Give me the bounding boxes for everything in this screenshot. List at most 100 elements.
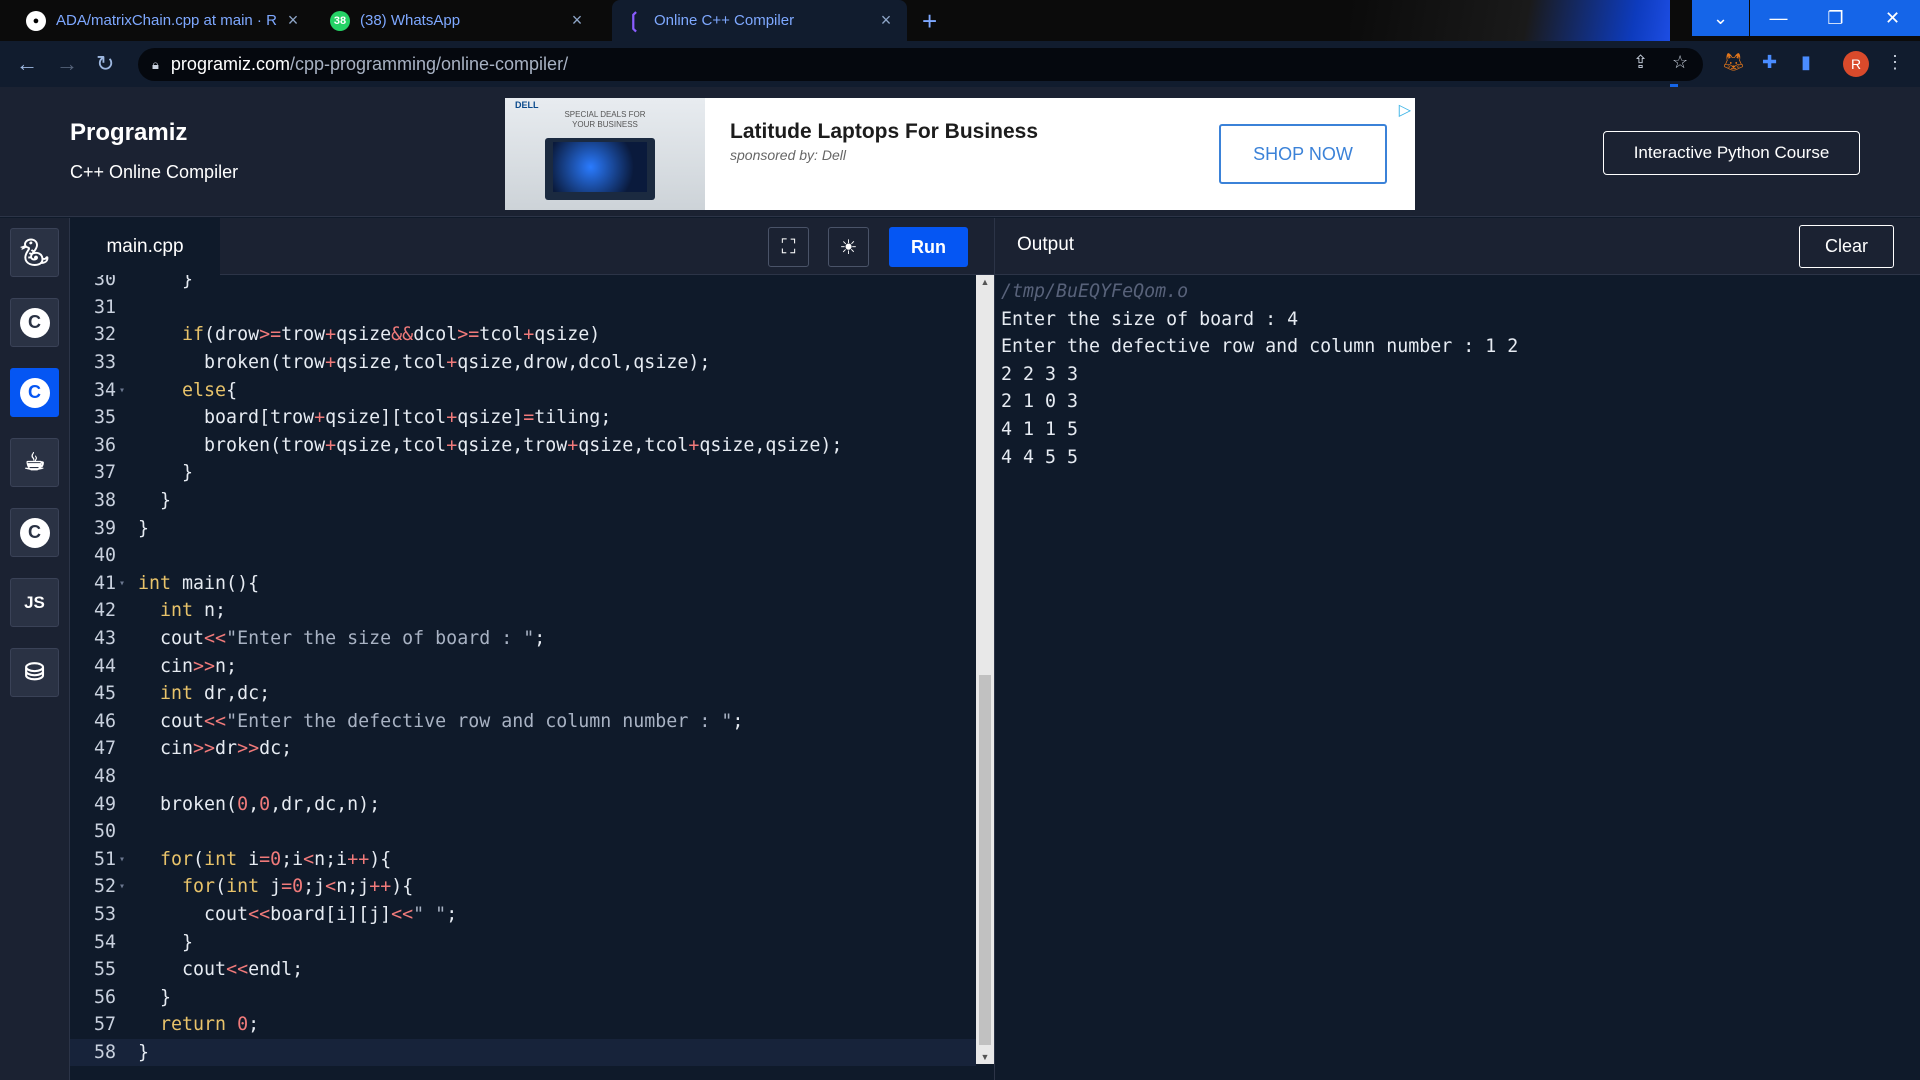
shop-now-button[interactable]: SHOP NOW	[1219, 124, 1387, 184]
tab-programiz[interactable]: ❲ Online C++ Compiler ×	[612, 0, 907, 41]
scroll-down-icon[interactable]: ▼	[976, 1052, 994, 1062]
code-line[interactable]: 54 }	[70, 928, 976, 956]
fold-arrow-icon[interactable]: ▾	[116, 578, 128, 589]
fold-arrow-icon[interactable]: ▾	[116, 385, 128, 396]
ad-image[interactable]: DELL SPECIAL DEALS FOR YOUR BUSINESS	[505, 98, 705, 210]
laptop-screen	[553, 142, 647, 192]
code-line[interactable]: 40	[70, 542, 976, 570]
theme-toggle-button[interactable]: ☀︎	[828, 227, 869, 267]
code-line[interactable]: 36 broken(trow+qsize,tcol+qsize,trow+qsi…	[70, 432, 976, 460]
scrollbar-thumb[interactable]	[979, 675, 991, 1045]
code-line[interactable]: 50	[70, 818, 976, 846]
code-line[interactable]: 42 int n;	[70, 597, 976, 625]
file-tab-main-cpp[interactable]: main.cpp	[70, 218, 220, 275]
code-line[interactable]: 52 ▾ for(int j=0;j<n;j++){	[70, 873, 976, 901]
code-line[interactable]: 34 ▾ else{	[70, 376, 976, 404]
scroll-up-icon[interactable]: ▲	[976, 277, 994, 287]
code-line[interactable]: 43 cout<<"Enter the size of board : ";	[70, 625, 976, 653]
code-line[interactable]: 37 }	[70, 459, 976, 487]
code-line[interactable]: 48	[70, 763, 976, 791]
share-icon[interactable]: ⇪	[1633, 52, 1648, 73]
code-line[interactable]: 31	[70, 294, 976, 322]
close-icon[interactable]: ×	[877, 10, 895, 31]
output-header: Output Clear	[994, 218, 1920, 275]
code-line[interactable]: 46 cout<<"Enter the defective row and co…	[70, 708, 976, 736]
code-line[interactable]: 56 }	[70, 984, 976, 1012]
programiz-logo[interactable]: Programiz	[70, 119, 187, 147]
database-icon: ⛁	[24, 659, 45, 686]
close-icon[interactable]: ×	[568, 10, 586, 31]
ad-title[interactable]: Latitude Laptops For Business	[730, 120, 1038, 144]
clear-button[interactable]: Clear	[1799, 225, 1894, 268]
tab-whatsapp[interactable]: 38 (38) WhatsApp ×	[318, 0, 598, 41]
tab-search-icon[interactable]: ⌄	[1692, 0, 1749, 36]
fold-arrow-icon[interactable]: ▾	[116, 854, 128, 865]
code-editor[interactable]: 30 } 31 32 if(drow>=trow+qsize&&dcol>=tcol…	[70, 275, 976, 1080]
ad-choices-icon[interactable]: ▷	[1399, 100, 1411, 120]
code-line[interactable]: 41 ▾ int main(){	[70, 570, 976, 598]
python-language-button[interactable]: 🐍︎	[10, 228, 59, 277]
csharp-language-button[interactable]: C	[10, 508, 59, 557]
forward-icon[interactable]: →	[56, 51, 78, 77]
code-line[interactable]: 55 cout<<endl;	[70, 956, 976, 984]
fold-arrow-icon[interactable]: ▾	[116, 881, 128, 892]
line-number: 30	[93, 275, 116, 291]
code-text: return 0;	[160, 1014, 260, 1036]
editor-scrollbar[interactable]: ▲ ▼	[976, 275, 994, 1064]
restore-icon[interactable]: ❐	[1807, 0, 1864, 36]
interactive-python-course-button[interactable]: Interactive Python Course	[1603, 131, 1860, 175]
tab-github[interactable]: ● ADA/matrixChain.cpp at main · R ×	[14, 0, 314, 41]
code-text: cin>>dr>>dc;	[138, 738, 293, 760]
metamask-icon[interactable]: 🦊︎	[1722, 52, 1745, 73]
code-text: }	[138, 275, 194, 291]
code-line[interactable]: 49 broken(0,0,dr,dc,n);	[70, 790, 976, 818]
code-line[interactable]: 57 return 0;	[70, 1011, 976, 1039]
code-line[interactable]: 53 cout<<board[i][j]<<" ";	[70, 901, 976, 929]
line-number: 37	[93, 462, 116, 484]
code-line[interactable]: 47 cin>>dr>>dc;	[70, 735, 976, 763]
new-tab-button[interactable]: +	[922, 6, 937, 37]
line-number: 50	[93, 821, 116, 843]
line-number: 55	[93, 959, 116, 981]
js-language-button[interactable]: JS	[10, 578, 59, 627]
code-line[interactable]: 44 cin>>n;	[70, 652, 976, 680]
code-line[interactable]: 39}	[70, 514, 976, 542]
code-line[interactable]: 33 broken(trow+qsize,tcol+qsize,drow,dco…	[70, 349, 976, 377]
window-close-icon[interactable]: ✕	[1864, 0, 1920, 36]
url-field[interactable]: 🔒︎ programiz.com /cpp-programming/online…	[138, 48, 1703, 81]
code-line[interactable]: 35 board[trow+qsize][tcol+qsize]=tiling;	[70, 404, 976, 432]
menu-kebab-icon[interactable]: ⋮	[1886, 52, 1904, 73]
code-line[interactable]: 30 }	[70, 275, 976, 294]
run-button[interactable]: Run	[889, 227, 968, 267]
line-number: 41	[93, 572, 116, 594]
minimize-icon[interactable]: —	[1750, 0, 1807, 36]
code-text: for(int i=0;i<n;i++){	[160, 848, 392, 870]
code-line[interactable]: 45 int dr,dc;	[70, 680, 976, 708]
code-line[interactable]: 58}	[70, 1038, 976, 1067]
close-icon[interactable]: ×	[284, 10, 302, 31]
c-language-button[interactable]: C	[10, 298, 59, 347]
back-icon[interactable]: ←	[16, 51, 38, 77]
code-text: if(drow>=trow+qsize&&dcol>=tcol+qsize)	[182, 324, 601, 346]
avatar[interactable]: R	[1843, 51, 1869, 77]
extensions-icon[interactable]: ✚	[1762, 52, 1777, 73]
fullscreen-button[interactable]: ⛶	[768, 227, 809, 267]
sql-language-button[interactable]: ⛁	[10, 648, 59, 697]
reload-icon[interactable]: ↻	[96, 51, 114, 77]
lock-icon[interactable]: 🔒︎	[152, 57, 159, 73]
ad-banner[interactable]: DELL SPECIAL DEALS FOR YOUR BUSINESS Lat…	[505, 98, 1415, 210]
code-line[interactable]: 32 if(drow>=trow+qsize&&dcol>=tcol+qsize…	[70, 321, 976, 349]
output-console[interactable]: /tmp/BuEQYFeQom.o Enter the size of board…	[994, 275, 1920, 1080]
java-language-button[interactable]: ☕︎	[10, 438, 59, 487]
java-icon: ☕︎	[23, 449, 46, 476]
output-line: Enter the defective row and column numbe…	[1001, 336, 1519, 358]
side-panel-icon[interactable]: ▮	[1801, 52, 1811, 73]
bookmark-star-icon[interactable]: ☆	[1672, 52, 1688, 73]
code-text: else{	[182, 379, 238, 401]
code-line[interactable]: 51 ▾ for(int i=0;i<n;i++){	[70, 846, 976, 874]
line-number: 46	[93, 710, 116, 732]
cpp-language-button[interactable]: C	[10, 368, 59, 417]
code-text: broken(0,0,dr,dc,n);	[138, 793, 381, 815]
url-path: /cpp-programming/online-compiler/	[289, 54, 569, 74]
code-line[interactable]: 38 }	[70, 487, 976, 515]
